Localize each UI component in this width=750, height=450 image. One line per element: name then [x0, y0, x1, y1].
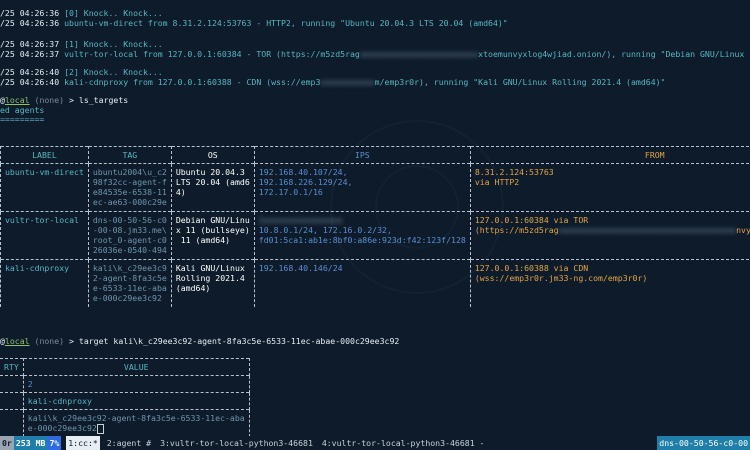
terminal-cursor — [96, 423, 104, 434]
table-row[interactable]: kali\k_c29ee3c92-agent-8fa3c5e-6533-11ec… — [0, 409, 250, 436]
col-ips-header: IPS — [253, 146, 471, 164]
cell-property — [0, 392, 24, 410]
log-line: /25 04:26:40 [2] Knock.. Knock... — [0, 67, 163, 77]
cell-value: kali-cdnproxy — [23, 392, 250, 410]
table-row[interactable]: kali-cdnproxy — [0, 392, 250, 410]
session-name: 0r — [0, 436, 14, 450]
cell-from: 127.0.0.1:60384 via TOR (https://m5zd5ra… — [469, 211, 750, 260]
cell-os: Kali GNU/Linux Rolling 2021.4 (amd64) — [170, 259, 255, 307]
col-value-header: VALUE — [23, 358, 250, 376]
window-tab[interactable]: 2:agent # — [105, 436, 153, 450]
table-row[interactable]: vultr-tor-local dns-00-50-56-c0 -00-08.j… — [0, 211, 750, 260]
cell-os: Debian GNU/Linu x 11 (bullseye) 11 (amd6… — [170, 211, 255, 260]
cell-ips: 192.168.40.107/24, 192.168.226.129/24, 1… — [253, 163, 471, 212]
memory-indicator: 253 MB — [13, 436, 48, 450]
cell-value: 2 — [23, 375, 250, 393]
log-line: /25 04:26:40 kali-cdnproxy from 127.0.0.… — [0, 77, 666, 87]
cell-tag: dns-00-50-56-c0 -00-08.jm33.me\ root_0-a… — [87, 211, 172, 260]
heading-underline: ========= — [0, 114, 45, 124]
cell-os: Ubuntu 20.04.3 LTS 20.04 (amd6 4) — [170, 163, 255, 212]
target-info-table: RTY VALUE 2 kali-cdnproxy kali\k_c29ee3c… — [0, 358, 250, 436]
col-tag-header: TAG — [87, 146, 172, 164]
log-line: /25 04:26:36 [0] Knock.. Knock... — [0, 8, 163, 18]
table-row[interactable]: 2 — [0, 375, 250, 393]
col-from-header: FROM — [469, 146, 750, 164]
prompt-line: @local (none) > ls_targets — [0, 95, 129, 105]
log-line: /25 04:26:36 ubuntu-vm-direct from 8.31.… — [0, 18, 508, 28]
table-header-row: LABEL TAG OS IPS FROM — [0, 146, 750, 164]
terminal-pane[interactable]: /25 04:26:36 [0] Knock.. Knock... /25 04… — [0, 0, 750, 436]
log-line: /25 04:26:37 vultr-tor-local from 127.0.… — [0, 49, 750, 59]
table-row[interactable]: kali-cdnproxy kali\k_c29ee3c9 2-agent-8f… — [0, 259, 750, 307]
cell-from: 8.31.2.124:53763 via HTTP2 — [469, 163, 750, 212]
window-tab[interactable]: 4:vultr-tor-local-python3-46681 - — [320, 436, 487, 450]
window-tab-active[interactable]: 1:cc:* — [66, 436, 100, 450]
col-label-header: LABEL — [0, 146, 89, 164]
targets-table: LABEL TAG OS IPS FROM ubuntu-vm-direct u… — [0, 146, 750, 307]
cell-label: kali-cdnproxy — [0, 259, 89, 307]
cpu-indicator: 7% — [47, 436, 62, 450]
col-os-header: OS — [170, 146, 255, 164]
log-line: /25 04:26:37 [1] Knock.. Knock... — [0, 39, 163, 49]
cell-property — [0, 375, 24, 393]
cell-value: kali\k_c29ee3c92-agent-8fa3c5e-6533-11ec… — [23, 409, 250, 436]
table-header-row: RTY VALUE — [0, 358, 250, 376]
cell-tag: kali\k_c29ee3c9 2-agent-8fa3c5e e-6533-1… — [87, 259, 172, 307]
cell-label: ubuntu-vm-direct — [0, 163, 89, 212]
window-tab[interactable]: 3:vultr-tor-local-python3-46681 — [158, 436, 315, 450]
prompt-line: @local (none) > target kali\k_c29ee3c92-… — [0, 336, 400, 346]
table-row[interactable]: ubuntu-vm-direct ubuntu2004\u_c2 98f32cc… — [0, 163, 750, 212]
cell-property — [0, 409, 24, 436]
cell-ips: 192.168.40.146/24 — [253, 259, 471, 307]
hostname-indicator: dns-00-50-56-c0-00 — [657, 436, 750, 450]
cell-tag: ubuntu2004\u_c2 98f32cc-agent-f e84535e-… — [87, 163, 172, 212]
tmux-status-bar: 0r 253 MB 7% 1:cc:* 2:agent # 3:vultr-tor-… — [0, 436, 750, 450]
cell-from: 127.0.0.1:60388 via CDN (wss://emp3r0r.j… — [469, 259, 750, 307]
col-property-header: RTY — [0, 358, 24, 376]
cell-label: vultr-tor-local — [0, 211, 89, 260]
cell-ips: 1xxxxxxxxxxxxxxxx 10.8.0.1/24, 172.16.0.… — [253, 211, 471, 260]
